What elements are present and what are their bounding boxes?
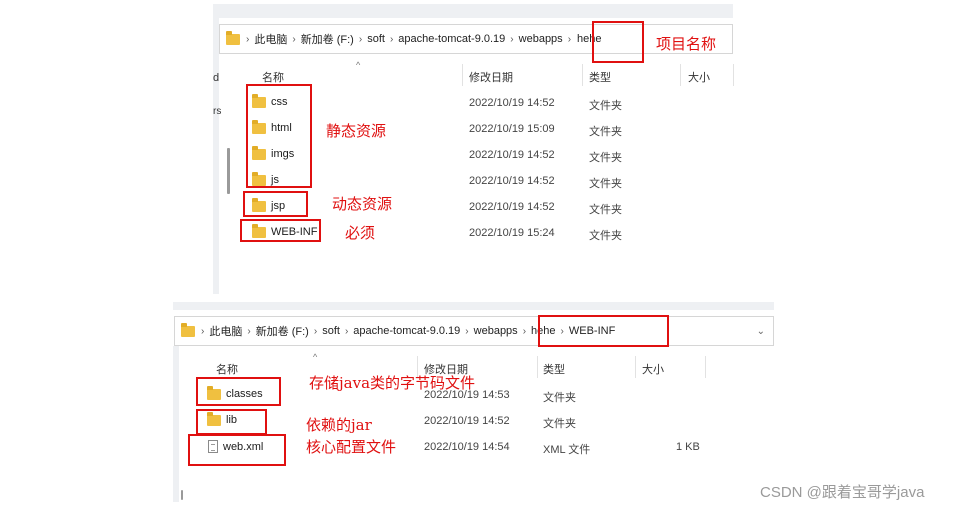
chevron-down-icon[interactable]: ⌄: [757, 326, 765, 337]
file-type: XML 文件: [543, 444, 591, 456]
highlight-box-webapps: [538, 315, 669, 347]
folder-icon: [181, 322, 195, 337]
date-modified: 2022/10/19 14:52: [469, 175, 555, 187]
column-divider[interactable]: [582, 64, 583, 86]
highlight-box-webinf: [240, 219, 321, 242]
breadcrumb-item[interactable]: 新加卷 (F:): [301, 31, 354, 47]
file-type: 文件夹: [589, 178, 622, 190]
column-header-name[interactable]: 名称: [262, 69, 284, 85]
annotation-static-resources: 静态资源: [326, 122, 387, 140]
highlight-box-jsp: [243, 191, 308, 217]
annotation-dynamic-resources: 动态资源: [332, 195, 393, 213]
chevron-right-icon: ›: [247, 325, 251, 337]
nav-scrollbar[interactable]: [227, 148, 230, 194]
breadcrumb-item[interactable]: 此电脑: [254, 31, 287, 47]
chevron-right-icon: ›: [465, 325, 469, 337]
breadcrumb-item[interactable]: webapps: [474, 325, 518, 337]
date-modified: 2022/10/19 14:52: [424, 415, 510, 427]
chevron-right-icon: ›: [510, 33, 514, 45]
column-divider[interactable]: [680, 64, 681, 86]
file-size: 1 KB: [676, 441, 700, 453]
annotation-required: 必须: [345, 224, 376, 242]
sort-up-icon: ^: [313, 352, 318, 362]
column-divider[interactable]: [537, 356, 538, 378]
column-header-size[interactable]: 大小: [688, 69, 710, 85]
breadcrumb-item[interactable]: apache-tomcat-9.0.19: [353, 325, 460, 337]
file-type: 文件夹: [589, 230, 622, 242]
highlight-box-static: [246, 84, 312, 188]
column-header-name[interactable]: 名称: [216, 361, 238, 377]
sort-up-icon: ^: [356, 60, 361, 70]
highlight-box-webxml: [188, 434, 286, 466]
chevron-right-icon: ›: [201, 325, 205, 337]
breadcrumb-item[interactable]: 新加卷 (F:): [256, 323, 309, 339]
chevron-right-icon: ›: [344, 325, 349, 337]
date-modified: 2022/10/19 14:52: [469, 97, 555, 109]
file-type: 文件夹: [589, 204, 622, 216]
column-header-modified[interactable]: 修改日期: [469, 69, 513, 85]
chevron-right-icon: ›: [292, 33, 296, 45]
column-header-type[interactable]: 类型: [589, 69, 611, 85]
highlight-box-lib: [196, 409, 267, 435]
column-header-type[interactable]: 类型: [543, 361, 565, 377]
chevron-right-icon: ›: [246, 33, 250, 45]
annotation-lib: 依赖的jar: [306, 416, 372, 434]
column-header-size[interactable]: 大小: [642, 361, 664, 377]
chevron-right-icon: ›: [313, 325, 318, 337]
address-bar[interactable]: › 此电脑 › 新加卷 (F:) › soft › apache-tomcat-…: [174, 316, 774, 346]
column-divider[interactable]: [635, 356, 636, 378]
chevron-right-icon: ›: [522, 325, 527, 337]
chevron-right-icon: ›: [567, 33, 572, 45]
nav-pane-fragment-2: rs: [213, 106, 222, 117]
breadcrumb-item[interactable]: webapps: [519, 33, 563, 45]
scrollbar-fragment[interactable]: [181, 490, 183, 500]
annotation-classes: 存储java类的字节码文件: [309, 374, 476, 392]
file-type: 文件夹: [589, 126, 622, 138]
nav-pane-fragment-1: d: [213, 72, 220, 84]
file-type: 文件夹: [589, 100, 622, 112]
date-modified: 2022/10/19 14:54: [424, 441, 510, 453]
date-modified: 2022/10/19 15:09: [469, 123, 555, 135]
date-modified: 2022/10/19 14:52: [469, 149, 555, 161]
breadcrumb-item[interactable]: soft: [367, 33, 385, 45]
chevron-right-icon: ›: [389, 33, 394, 45]
highlight-box-classes: [196, 377, 281, 406]
date-modified: 2022/10/19 15:24: [469, 227, 555, 239]
column-divider[interactable]: [733, 64, 734, 86]
breadcrumb-item[interactable]: apache-tomcat-9.0.19: [398, 33, 505, 45]
chevron-right-icon: ›: [358, 33, 363, 45]
column-divider[interactable]: [462, 64, 463, 86]
file-type: 文件夹: [589, 152, 622, 164]
highlight-box-project: [592, 21, 644, 63]
annotation-webxml: 核心配置文件: [306, 438, 397, 456]
annotation-project-name: 项目名称: [656, 35, 717, 53]
column-divider[interactable]: [705, 356, 706, 378]
date-modified: 2022/10/19 14:52: [469, 201, 555, 213]
file-type: 文件夹: [543, 418, 576, 430]
folder-icon: [226, 30, 240, 45]
file-type: 文件夹: [543, 392, 576, 404]
breadcrumb-item[interactable]: 此电脑: [209, 323, 242, 339]
watermark: CSDN @跟着宝哥学java: [760, 484, 925, 501]
breadcrumb-item[interactable]: soft: [322, 325, 340, 337]
